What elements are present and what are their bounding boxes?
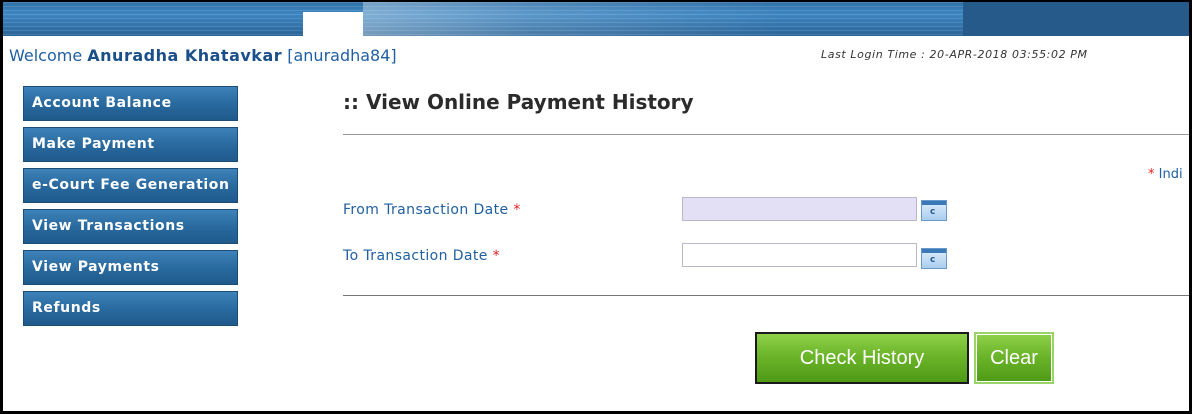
sidebar-item-make-payment[interactable]: Make Payment	[23, 127, 238, 162]
required-legend-text: Indi	[1158, 167, 1183, 182]
calendar-icon-top	[922, 201, 946, 205]
check-history-button[interactable]: Check History	[755, 332, 969, 384]
to-date-input[interactable]	[682, 243, 917, 267]
from-date-calendar-button[interactable]: c	[921, 200, 947, 221]
calendar-icon: c	[930, 207, 936, 217]
clear-button[interactable]: Clear	[974, 332, 1054, 384]
welcome-message: Welcome Anuradha Khatavkar [anuradha84]	[9, 46, 397, 65]
last-login-label: Last Login Time :	[821, 48, 926, 61]
sidebar-item-view-payments[interactable]: View Payments	[23, 250, 238, 285]
banner-highlight	[363, 2, 783, 36]
sidebar-item-e-court-fee-generation[interactable]: e-Court Fee Generation	[23, 168, 238, 203]
calendar-icon: c	[930, 255, 936, 265]
from-date-input[interactable]	[682, 197, 917, 221]
to-date-label: To Transaction Date *	[343, 248, 500, 264]
to-date-calendar-button[interactable]: c	[921, 248, 947, 269]
last-login: Last Login Time : 20-APR-2018 03:55:02 P…	[821, 48, 1088, 61]
sidebar-item-view-transactions[interactable]: View Transactions	[23, 209, 238, 244]
required-legend-star: *	[1148, 167, 1155, 182]
user-name: Anuradha Khatavkar	[87, 46, 283, 65]
banner-right-panel	[963, 2, 1189, 36]
to-date-required-mark: *	[492, 248, 501, 264]
from-date-label: From Transaction Date *	[343, 202, 521, 218]
last-login-value: 20-APR-2018 03:55:02 PM	[929, 48, 1088, 61]
sidebar-item-account-balance[interactable]: Account Balance	[23, 86, 238, 121]
title-divider	[343, 134, 1189, 135]
from-date-label-text: From Transaction Date	[343, 202, 509, 218]
app-frame: Welcome Anuradha Khatavkar [anuradha84] …	[0, 0, 1192, 414]
sidebar-item-refunds[interactable]: Refunds	[23, 291, 238, 326]
welcome-prefix: Welcome	[9, 46, 83, 65]
sidebar-menu: Account Balance Make Payment e-Court Fee…	[23, 86, 239, 332]
from-date-required-mark: *	[513, 202, 521, 218]
to-date-label-text: To Transaction Date	[343, 248, 488, 264]
calendar-icon-top	[922, 249, 946, 253]
user-id: [anuradha84]	[287, 46, 397, 65]
required-legend: * Indi	[1148, 167, 1183, 182]
top-banner	[3, 2, 1189, 36]
page-title: :: View Online Payment History	[343, 90, 694, 114]
form-divider	[343, 295, 1189, 296]
banner-tab	[303, 12, 363, 36]
